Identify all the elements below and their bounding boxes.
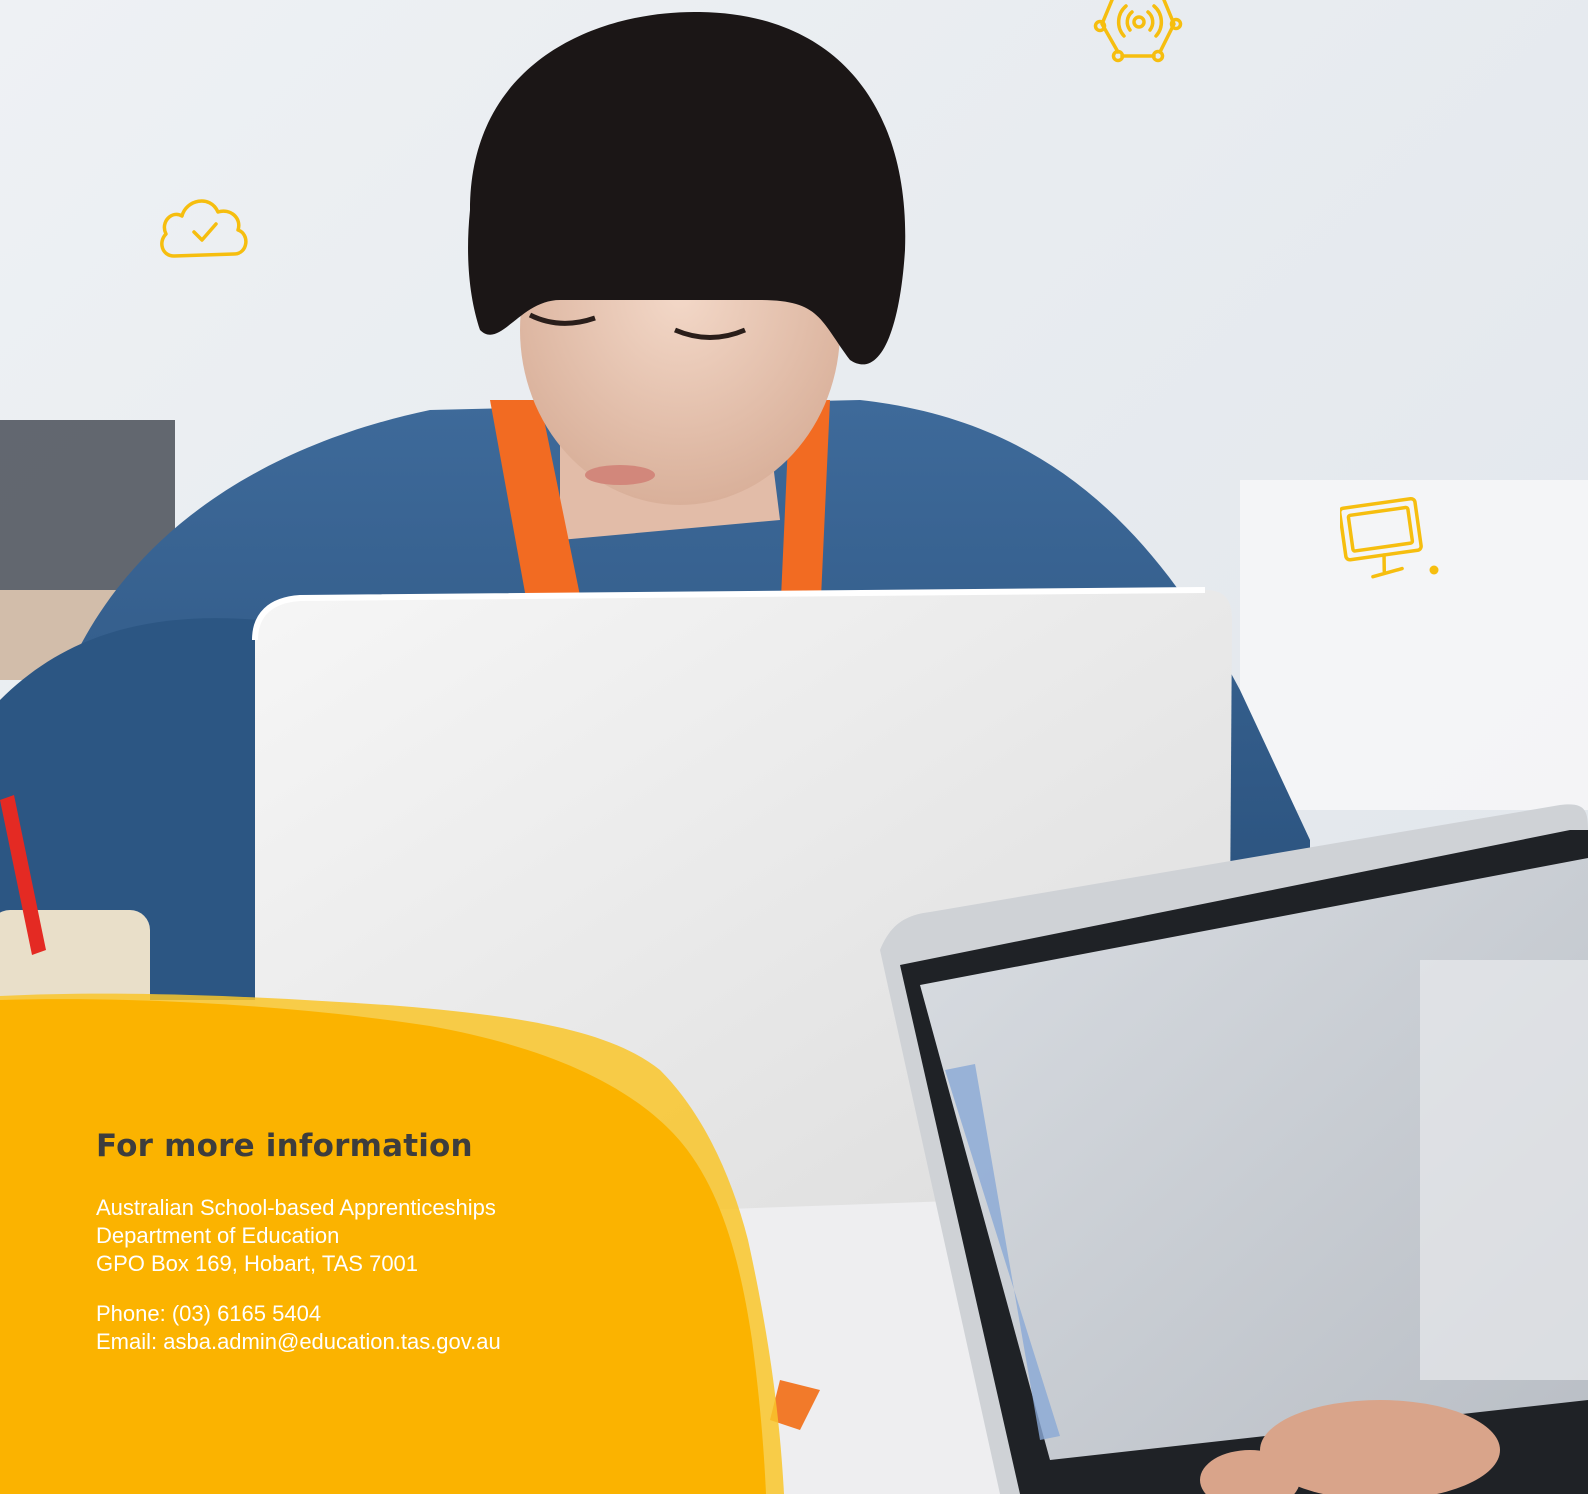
cloud-check-icon: [160, 199, 248, 258]
phone-text: Phone: (03) 6165 5404: [96, 1301, 322, 1326]
contact-info-block: For more information Australian School-b…: [96, 1128, 716, 1378]
email-line: Email: asba.admin@education.tas.gov.au: [96, 1328, 716, 1356]
email-label: Email:: [96, 1329, 164, 1354]
address-group: Australian School-based Apprenticeships …: [96, 1194, 716, 1278]
info-title: For more information: [96, 1128, 473, 1164]
network-hexagon-icon: [1093, 0, 1183, 63]
address-line-organisation: Australian School-based Apprenticeships: [96, 1195, 496, 1220]
address-line-postal: GPO Box 169, Hobart, TAS 7001: [96, 1251, 419, 1276]
email-link[interactable]: asba.admin@education.tas.gov.au: [163, 1329, 500, 1354]
address-line-department: Department of Education: [96, 1223, 340, 1248]
contact-group: Phone: (03) 6165 5404 Email: asba.admin@…: [96, 1300, 716, 1356]
desktop-monitor-icon: [1340, 496, 1439, 579]
